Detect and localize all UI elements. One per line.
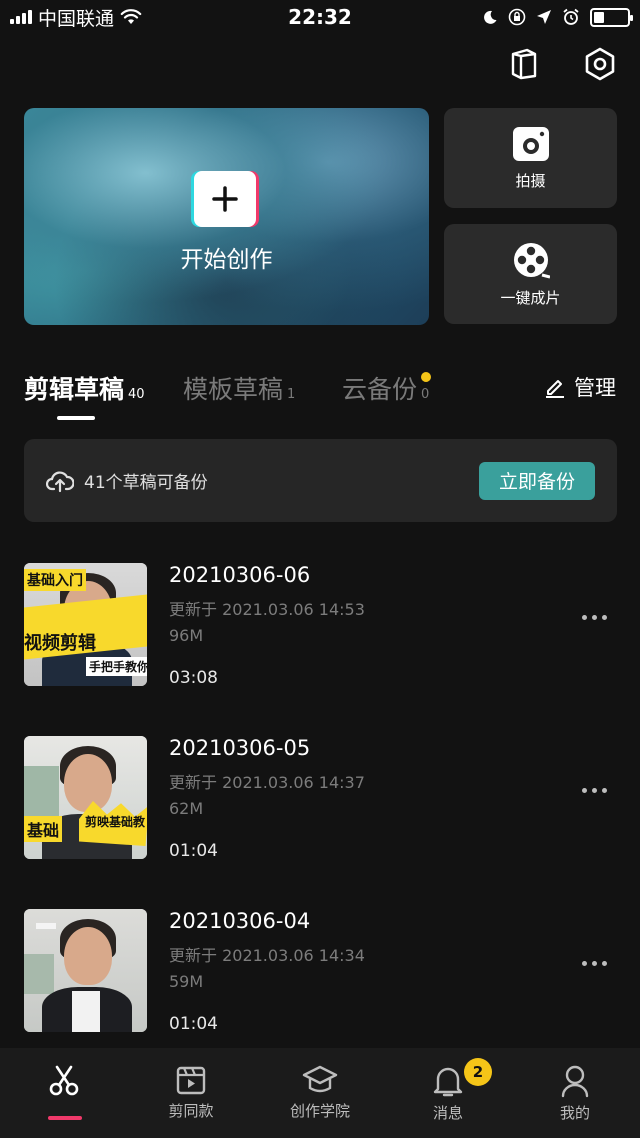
thumb-caption: 基础入门	[24, 569, 86, 591]
tab-template-drafts[interactable]: 模板草稿 1	[183, 370, 295, 406]
draft-thumbnail: 基础 剪映基础教	[24, 736, 147, 859]
camera-icon	[512, 126, 549, 161]
thumb-caption: 视频剪辑	[24, 633, 96, 654]
draft-title: 20210306-06	[169, 563, 311, 587]
wifi-icon	[120, 9, 142, 24]
draft-duration: 01:04	[169, 1014, 218, 1034]
nav-active-indicator	[48, 1116, 82, 1120]
thumb-caption: 基础	[24, 816, 63, 842]
scissors-icon	[49, 1065, 79, 1096]
nav-label: 我的	[559, 1104, 590, 1122]
bottom-nav: 剪同款 创作学院 消息 2 我的	[0, 1048, 640, 1138]
settings-hex-icon	[585, 47, 615, 81]
carrier-label: 中国联通	[38, 7, 115, 30]
new-dot-indicator	[421, 372, 431, 382]
nav-label: 剪同款	[168, 1102, 214, 1120]
draft-title: 20210306-05	[169, 736, 311, 760]
clapper-icon	[176, 1066, 206, 1095]
draft-size: 59M	[169, 972, 204, 991]
settings-button[interactable]	[580, 44, 620, 84]
moon-icon	[484, 10, 497, 24]
edit-pencil-icon	[546, 380, 564, 398]
tutorial-book-button[interactable]	[504, 44, 544, 84]
draft-updated: 更新于 2021.03.06 14:53	[169, 600, 365, 619]
backup-banner: 41个草稿可备份 立即备份	[24, 439, 617, 522]
tab-cloud-backup[interactable]: 云备份 0	[342, 370, 429, 406]
graduation-cap-icon	[302, 1065, 338, 1093]
nav-label: 创作学院	[289, 1102, 350, 1120]
tab-count: 40	[128, 387, 145, 402]
shoot-button[interactable]: 拍摄	[444, 108, 617, 208]
draft-tabs: 剪辑草稿 40 模板草稿 1 云备份 0 管理	[24, 370, 616, 420]
battery-icon	[590, 7, 633, 27]
status-bar: 中国联通 22:32	[0, 0, 640, 34]
backup-text: 41个草稿可备份	[84, 473, 208, 493]
nav-label: 消息	[432, 1104, 463, 1122]
draft-duration: 03:08	[169, 668, 218, 688]
tab-edit-drafts[interactable]: 剪辑草稿 40	[24, 370, 145, 406]
draft-thumbnail: 基础入门 视频剪辑 手把手教你	[24, 563, 147, 686]
bell-icon	[433, 1067, 463, 1097]
manage-button[interactable]: 管理	[544, 372, 616, 402]
start-creation-card[interactable]: 开始创作	[24, 108, 429, 325]
draft-updated: 更新于 2021.03.06 14:37	[169, 773, 365, 792]
tab-count: 0	[421, 387, 430, 402]
more-options-icon[interactable]	[582, 615, 607, 620]
backup-now-button[interactable]: 立即备份	[479, 461, 595, 500]
more-options-icon[interactable]	[582, 961, 607, 966]
tab-count: 1	[287, 387, 296, 402]
nav-edit[interactable]	[9, 1064, 119, 1098]
plus-icon	[194, 171, 256, 227]
draft-size: 96M	[169, 626, 204, 645]
film-reel-icon	[513, 242, 550, 278]
alarm-icon	[563, 8, 579, 25]
book-icon	[511, 48, 537, 80]
start-creation-label: 开始创作	[180, 247, 273, 273]
thumb-caption: 剪映基础教	[85, 815, 146, 829]
draft-item[interactable]: 基础入门 视频剪辑 手把手教你 20210306-06 更新于 2021.03.…	[24, 563, 617, 688]
one-click-video-label: 一键成片	[500, 288, 561, 307]
cloud-upload-icon	[46, 470, 74, 492]
rotation-lock-icon	[508, 8, 526, 26]
draft-thumbnail	[24, 909, 147, 1032]
draft-size: 62M	[169, 799, 204, 818]
location-icon	[537, 10, 551, 24]
nav-template[interactable]: 剪同款	[136, 1064, 246, 1121]
draft-duration: 01:04	[169, 841, 218, 861]
nav-profile[interactable]: 我的	[520, 1064, 630, 1123]
person-icon	[561, 1065, 589, 1098]
nav-academy[interactable]: 创作学院	[265, 1064, 375, 1121]
thumb-caption: 手把手教你	[86, 657, 147, 676]
manage-label: 管理	[574, 376, 616, 400]
draft-updated: 更新于 2021.03.06 14:34	[169, 946, 365, 965]
draft-item[interactable]: 20210306-04 更新于 2021.03.06 14:34 59M 01:…	[24, 909, 617, 1034]
draft-item[interactable]: 基础 剪映基础教 20210306-05 更新于 2021.03.06 14:3…	[24, 736, 617, 861]
shoot-label: 拍摄	[515, 171, 546, 190]
more-options-icon[interactable]	[582, 788, 607, 793]
one-click-video-button[interactable]: 一键成片	[444, 224, 617, 324]
notification-badge: 2	[464, 1058, 492, 1086]
active-tab-indicator	[57, 416, 95, 420]
signal-icon	[10, 10, 32, 24]
draft-title: 20210306-04	[169, 909, 311, 933]
